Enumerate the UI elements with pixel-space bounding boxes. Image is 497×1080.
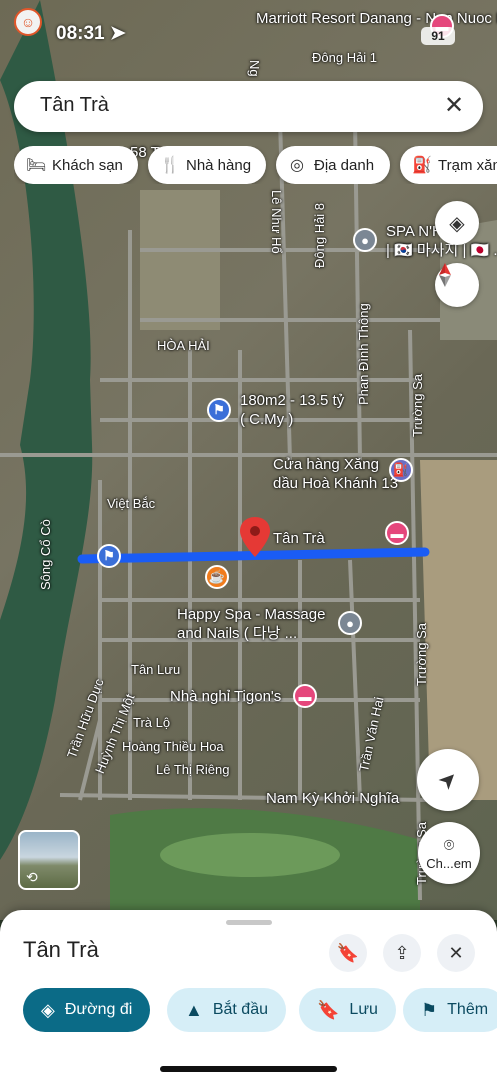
directions-icon: ◈	[41, 999, 55, 1020]
poi-tigon-label[interactable]: Nhà nghỉ Tigon's	[170, 688, 281, 705]
area-hoa-hai: HÒA HẢI	[157, 338, 210, 353]
development-block	[140, 190, 220, 330]
save-button[interactable]: 🔖	[329, 934, 367, 972]
street-viet-bac: Việt Bắc	[107, 496, 156, 511]
bookmark-icon: 🔖	[317, 999, 340, 1020]
spa-pin-icon[interactable]: ●	[353, 228, 377, 252]
river-song-co-co: Sông Cổ Cò	[38, 519, 53, 590]
street-le-nhu-ho: Lê Như Hổ	[269, 190, 284, 254]
start-button[interactable]: ▲ Bắt đầu	[167, 988, 286, 1032]
navigation-arrow-icon: ▲	[185, 999, 203, 1020]
spa-pin-icon[interactable]: ●	[338, 611, 362, 635]
my-location-button[interactable]: ➤	[417, 749, 479, 811]
chip-restaurants-label: Nhà hàng	[186, 156, 252, 174]
green-area	[160, 833, 340, 877]
chip-gas-stations[interactable]: ⛽ Trạm xăng	[400, 146, 497, 184]
gas-station-pin-icon[interactable]: ⛽	[389, 458, 413, 482]
street-view-label: Ch...em	[426, 856, 472, 871]
chip-hotels[interactable]: 🛏 Khách sạn	[14, 146, 138, 184]
maps-app: Marriott Resort Danang - Non Nuoc Beach …	[0, 0, 497, 1080]
street-tra-lo: Trà Lộ	[133, 715, 171, 730]
home-indicator	[160, 1066, 337, 1072]
flag-icon: ⚑	[421, 999, 438, 1020]
place-title: Tân Trà	[23, 937, 99, 962]
chip-gas-stations-label: Trạm xăng	[438, 156, 497, 174]
street-hoang-thieu-hoa: Hoàng Thiều Hoa	[122, 739, 224, 754]
street-dong-hai-1: Đông Hải 1	[312, 50, 378, 65]
hotel-pin-icon[interactable]: ▬	[385, 521, 409, 545]
poi-gas-station-label[interactable]: Cửa hàng Xăng dầu Hoà Khánh 13	[273, 455, 398, 493]
poi-marriott-label[interactable]: Marriott Resort Danang - Non Nuoc Beach …	[256, 9, 497, 28]
street-dong-hai-8: Đông Hải 8	[312, 202, 327, 268]
gas-station-icon: ⛽	[412, 157, 432, 174]
directions-button[interactable]: ◈ Đường đi	[23, 988, 151, 1032]
save-label: Lưu	[349, 1001, 378, 1018]
close-sheet-button[interactable]: ✕	[437, 934, 475, 972]
selected-place-label[interactable]: Tân Trà	[273, 530, 325, 547]
satellite-map[interactable]: Marriott Resort Danang - Non Nuoc Beach …	[0, 0, 497, 920]
compass-button[interactable]	[435, 263, 479, 307]
street-tan-luu: Tân Lưu	[131, 662, 181, 677]
more-label: Thêm	[447, 1001, 489, 1018]
app-notification-icon: ☺	[14, 8, 42, 36]
street-partial-ng: Ng	[247, 60, 262, 77]
layers-icon: ◈	[449, 212, 465, 235]
street-truong-sa-mid: Trường Sa	[414, 623, 429, 686]
location-arrow-icon: ➤	[109, 23, 126, 44]
camera-icon: ⌾	[443, 835, 455, 855]
start-label: Bắt đầu	[212, 1001, 268, 1018]
layers-button[interactable]: ◈	[435, 201, 479, 245]
search-bar[interactable]: Tân Trà ✕	[14, 81, 483, 132]
selected-location-pin-icon[interactable]	[240, 517, 270, 557]
street-phan-dinh-thong: Phan Đình Thông	[356, 303, 371, 405]
street-le-thi-rieng: Lê Thị Riêng	[156, 762, 230, 777]
sand-area	[420, 460, 497, 800]
poi-happy-spa-label[interactable]: Happy Spa - Massage and Nails ( 다낭 ...	[177, 605, 325, 643]
flag-pin-icon[interactable]: ⚑	[207, 398, 231, 422]
chip-landmarks[interactable]: ◎ Địa danh	[276, 146, 390, 184]
navigation-arrow-icon: ➤	[432, 764, 464, 796]
rotate-360-icon: ⟲	[26, 869, 38, 885]
street-view-button[interactable]: ⌾ Ch...em	[418, 822, 480, 884]
poi-land-sale-label[interactable]: 180m2 - 13.5 tỷ ( C.My )	[240, 391, 344, 429]
chip-hotels-label: Khách sạn	[52, 156, 123, 174]
landmark-icon: ◎	[290, 157, 304, 174]
street-view-thumbnail[interactable]: ⟲	[18, 830, 80, 890]
hotel-pin-icon[interactable]: ▬	[293, 684, 317, 708]
search-query[interactable]: Tân Trà	[40, 94, 109, 117]
battery-indicator: 91	[421, 27, 455, 45]
place-bottom-sheet[interactable]: Tân Trà 🔖 ⇪ ✕ ◈ Đường đi ▲ Bắt đầu 🔖 Lưu…	[0, 910, 497, 1080]
category-chips: 🛏 Khách sạn 🍴 Nhà hàng ◎ Địa danh ⛽ Trạm…	[14, 146, 497, 184]
status-time: 08:31 ➤	[56, 23, 126, 44]
chip-restaurants[interactable]: 🍴 Nhà hàng	[148, 146, 266, 184]
save-action-button[interactable]: 🔖 Lưu	[299, 988, 396, 1032]
street-truong-sa-north: Trường Sa	[410, 374, 425, 437]
flag-pin-icon[interactable]: ⚑	[97, 544, 121, 568]
cafe-pin-icon[interactable]: ☕	[205, 565, 229, 589]
bookmark-icon: 🔖	[336, 942, 360, 963]
street-nam-ky-khoi-nghia: Nam Kỳ Khởi Nghĩa	[266, 790, 400, 807]
restaurant-icon: 🍴	[160, 157, 180, 174]
more-button[interactable]: ⚑ Thêm	[403, 988, 497, 1032]
share-button[interactable]: ⇪	[383, 934, 421, 972]
share-icon: ⇪	[394, 942, 410, 963]
bed-icon: 🛏	[26, 157, 47, 174]
chip-landmarks-label: Địa danh	[314, 156, 375, 174]
drag-handle[interactable]	[226, 920, 272, 925]
close-icon[interactable]: ✕	[441, 93, 467, 119]
compass-icon	[439, 263, 451, 287]
close-icon: ✕	[448, 942, 464, 963]
directions-label: Đường đi	[64, 1001, 133, 1018]
